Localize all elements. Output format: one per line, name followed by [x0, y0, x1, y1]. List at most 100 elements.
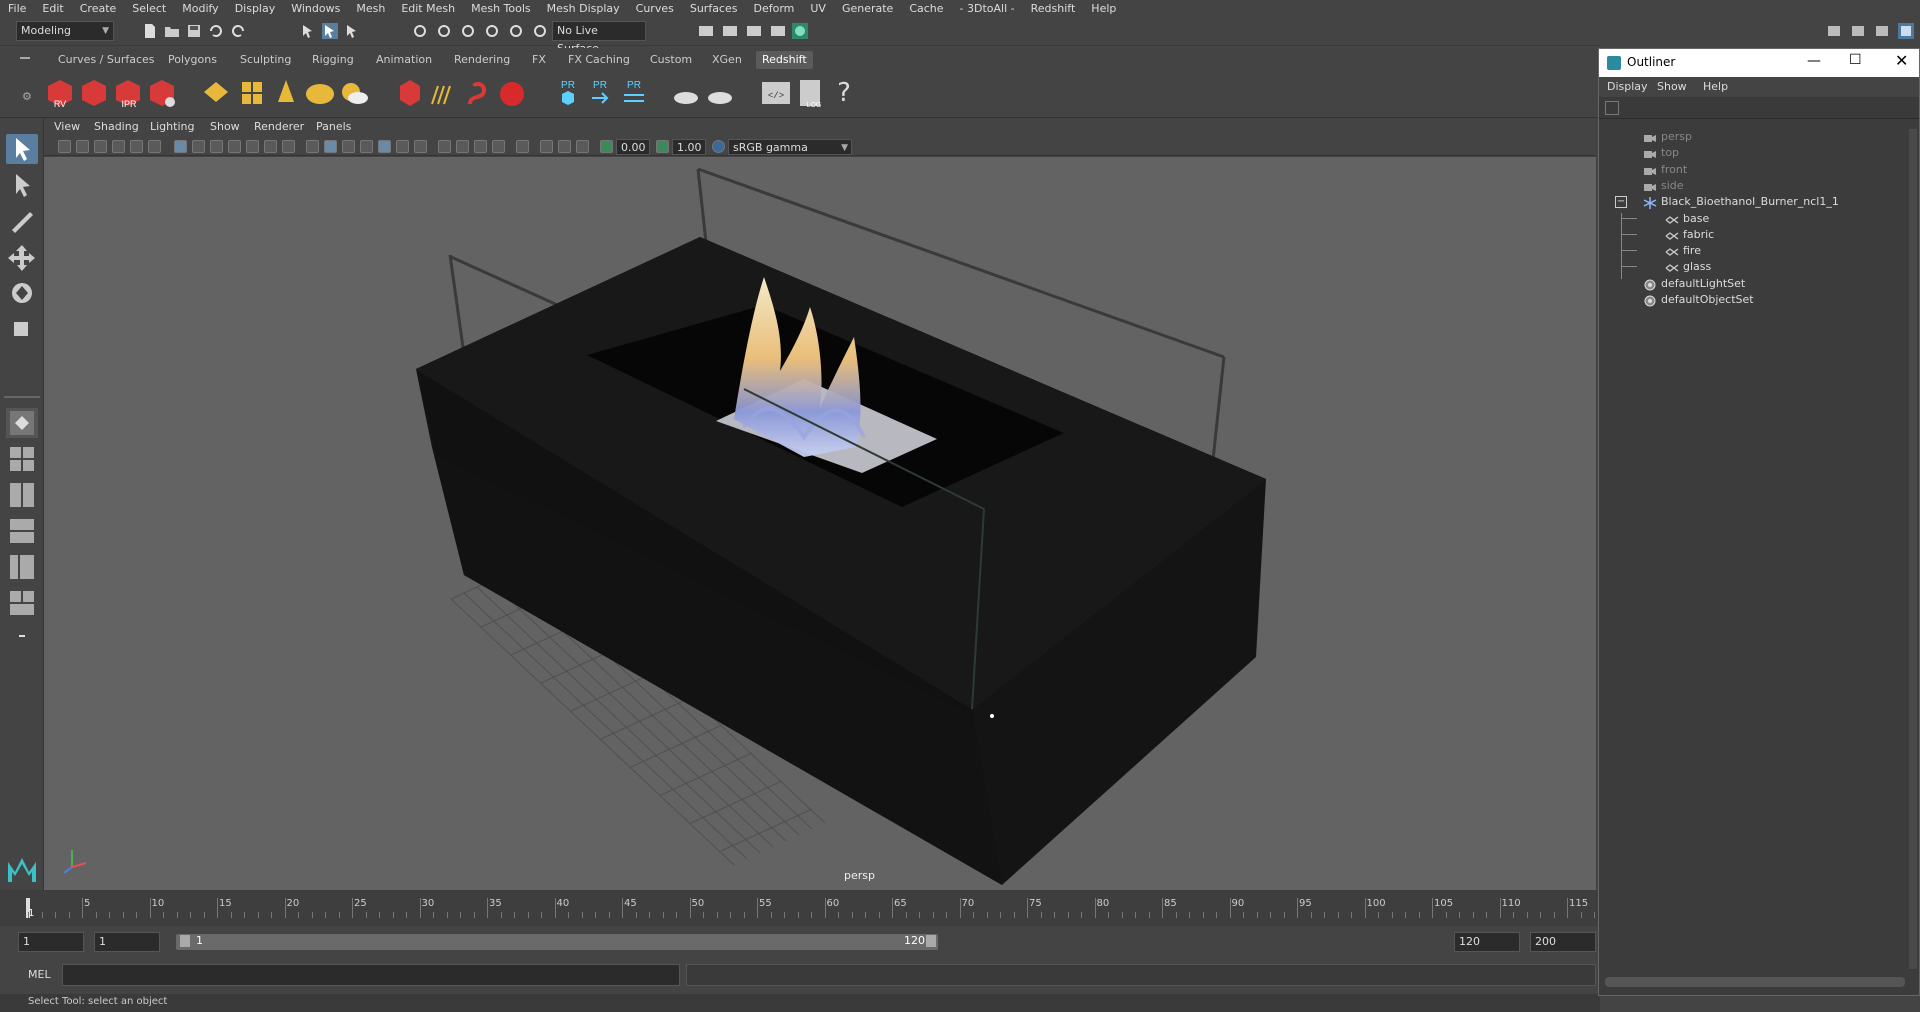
menu-display[interactable]: Display [227, 2, 284, 15]
outliner-menu-display[interactable]: Display [1607, 80, 1648, 93]
persp-uv-icon[interactable] [6, 588, 38, 618]
menu-3dtoall[interactable]: - 3DtoAll - [952, 2, 1023, 15]
camera-lock-icon[interactable] [76, 140, 89, 153]
mode-dropdown[interactable]: Modeling ▼ [16, 21, 114, 41]
live-surface-field[interactable]: No Live Surface [552, 21, 646, 55]
render-view-icon[interactable] [770, 23, 786, 39]
portal-light-icon[interactable] [236, 76, 268, 110]
menu-curves[interactable]: Curves [628, 2, 682, 15]
tab-xgen[interactable]: XGen [706, 51, 748, 69]
open-scene-icon[interactable] [164, 23, 180, 39]
spot-light-icon[interactable] [270, 76, 302, 110]
filter-icon[interactable] [1605, 101, 1619, 115]
outliner-search-input[interactable] [1625, 99, 1913, 117]
persp-outliner-icon[interactable] [6, 552, 38, 582]
tab-custom[interactable]: Custom [644, 51, 698, 69]
redshift-render-icon[interactable] [78, 76, 110, 110]
snap-grid-icon[interactable] [412, 23, 428, 39]
paint-select-icon[interactable] [6, 206, 38, 236]
outliner-menu-help[interactable]: Help [1703, 80, 1728, 93]
wireframe-on-shaded-icon[interactable] [360, 140, 373, 153]
select-by-component-icon[interactable] [344, 23, 360, 39]
hypershade-icon[interactable] [792, 23, 808, 39]
safe-title-icon[interactable] [282, 140, 295, 153]
default-material-icon[interactable] [342, 140, 355, 153]
colorspace-dropdown[interactable]: sRGB gamma ▼ [728, 139, 852, 155]
outliner-item-defaultobjectset[interactable]: defaultObjectSet [1599, 290, 1899, 310]
gate-mask-icon[interactable] [228, 140, 241, 153]
shadows-icon[interactable] [414, 140, 427, 153]
gamma-icon[interactable] [656, 140, 669, 153]
outliner-vertical-scrollbar[interactable] [1909, 129, 1917, 969]
tab-fx-caching[interactable]: FX Caching [562, 51, 636, 69]
2d-pan-icon[interactable] [130, 140, 143, 153]
snap-point-icon[interactable] [460, 23, 476, 39]
camera-attributes-icon[interactable] [58, 140, 71, 153]
redshift-settings-icon[interactable] [146, 76, 178, 110]
multisample-icon[interactable] [474, 140, 487, 153]
menu-mesh[interactable]: Mesh [348, 2, 393, 15]
menu-cache[interactable]: Cache [901, 2, 951, 15]
side-by-side-icon[interactable] [6, 480, 38, 510]
rotate-tool-icon[interactable] [6, 278, 38, 308]
menu-redshift[interactable]: Redshift [1023, 2, 1084, 15]
depth-of-field-icon[interactable] [492, 140, 505, 153]
layout-icon[interactable] [1850, 23, 1866, 39]
undo-icon[interactable] [208, 23, 224, 39]
viewport-menu-panels[interactable]: Panels [316, 120, 351, 133]
make-live-icon[interactable] [532, 23, 548, 39]
select-by-object-icon[interactable] [322, 23, 338, 39]
bookmark-icon[interactable] [94, 140, 107, 153]
move-tool-icon[interactable] [6, 242, 38, 272]
teapot-icon[interactable] [670, 76, 702, 110]
minimize-icon[interactable]: — [1807, 53, 1821, 69]
range-end-handle[interactable] [926, 935, 936, 947]
persp-graph-icon[interactable] [6, 516, 38, 546]
redo-icon[interactable] [230, 23, 246, 39]
log-icon[interactable]: LOG [794, 76, 826, 110]
use-all-lights-icon[interactable] [396, 140, 409, 153]
menu-modify[interactable]: Modify [174, 2, 226, 15]
script-editor-icon[interactable]: </> [760, 76, 792, 110]
pr-swap-icon[interactable]: PR [618, 76, 650, 110]
tab-rigging[interactable]: Rigging [306, 51, 360, 69]
tab-redshift[interactable]: Redshift [756, 51, 813, 69]
menu-windows[interactable]: Windows [283, 2, 348, 15]
exposure-icon[interactable] [600, 140, 613, 153]
menu-edit-mesh[interactable]: Edit Mesh [393, 2, 463, 15]
wireframe-icon[interactable] [306, 140, 319, 153]
menu-edit[interactable]: Edit [34, 2, 71, 15]
perspective-viewport[interactable]: persp [44, 157, 1596, 890]
tab-animation[interactable]: Animation [370, 51, 438, 69]
outliner-menu-show[interactable]: Show [1657, 80, 1687, 93]
isolate-select-icon[interactable] [516, 140, 529, 153]
mel-label[interactable]: MEL [28, 968, 51, 981]
smooth-shade-icon[interactable] [324, 140, 337, 153]
select-by-hierarchy-icon[interactable] [300, 23, 316, 39]
snap-view-plane-icon[interactable] [508, 23, 524, 39]
snap-projected-icon[interactable] [484, 23, 500, 39]
viewport-menu-show[interactable]: Show [210, 120, 240, 133]
redshift-ipr-icon[interactable]: IPR [112, 76, 144, 110]
lasso-tool-icon[interactable] [6, 170, 38, 200]
menu-deform[interactable]: Deform [745, 2, 802, 15]
command-input[interactable] [62, 964, 680, 986]
area-light-icon[interactable] [200, 76, 232, 110]
outliner-titlebar[interactable]: Outliner — ☐ ✕ [1599, 49, 1919, 77]
select-tool-icon[interactable] [6, 134, 38, 164]
viewport-menu-lighting[interactable]: Lighting [150, 120, 194, 133]
dome-light-icon[interactable] [304, 76, 336, 110]
menu-select[interactable]: Select [124, 2, 174, 15]
range-bar[interactable]: 1 120 [176, 934, 938, 950]
menu-help[interactable]: Help [1083, 2, 1124, 15]
proxy-icon[interactable] [394, 76, 426, 110]
image-plane-icon[interactable] [112, 140, 125, 153]
menu-surfaces[interactable]: Surfaces [682, 2, 746, 15]
menu-mesh-tools[interactable]: Mesh Tools [463, 2, 539, 15]
shelf-menu-icon[interactable] [20, 57, 30, 59]
sphere-material-icon[interactable] [496, 76, 528, 110]
playback-start-field[interactable]: 1 [94, 932, 160, 952]
time-slider[interactable]: 1 5 10 15 20 25 30 35 40 45 50 55 60 65 70 75 80 85 90 95 1… [0, 890, 1600, 926]
redshift-render-view-icon[interactable]: RV [44, 76, 76, 110]
pr-export-icon[interactable]: PR [584, 76, 616, 110]
